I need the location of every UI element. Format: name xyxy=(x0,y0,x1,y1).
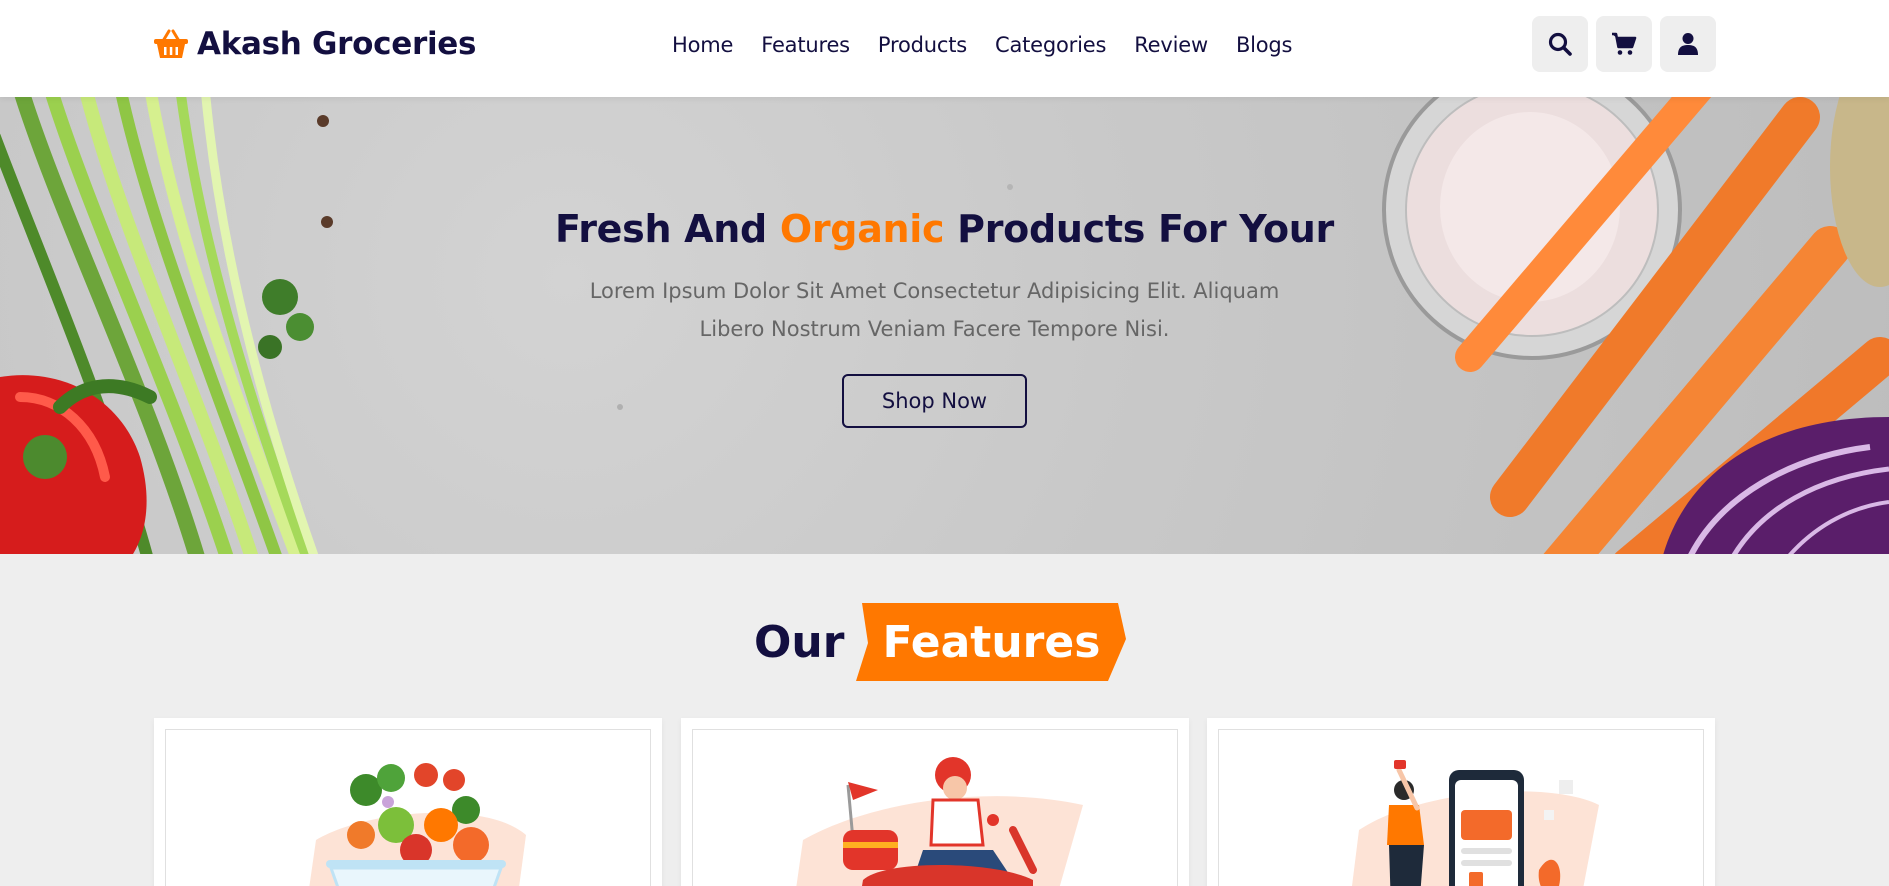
feature-card-inner xyxy=(692,729,1178,886)
feature-card-inner xyxy=(165,729,651,886)
user-icon xyxy=(1678,33,1698,55)
nav-link-products[interactable]: Products xyxy=(878,33,967,57)
feature-card-inner xyxy=(1218,729,1704,886)
hero-description: Lorem Ipsum Dolor Sit Amet Consectetur A… xyxy=(589,279,1280,341)
features-heading: Our Features xyxy=(754,603,1127,681)
nav-link-blogs[interactable]: Blogs xyxy=(1236,33,1293,57)
user-button[interactable] xyxy=(1660,16,1716,72)
mobile-payment-illustration xyxy=(1352,760,1599,886)
features-heading-ribbon: Features xyxy=(856,603,1127,681)
nav-link-categories[interactable]: Categories xyxy=(995,33,1106,57)
search-button[interactable] xyxy=(1532,16,1588,72)
feature-card-free-delivery xyxy=(681,718,1189,886)
shop-now-button[interactable]: Shop Now xyxy=(842,374,1027,428)
site-header: Akash Groceries Home Features Products C… xyxy=(0,0,1889,97)
delivery-scooter-illustration xyxy=(796,757,1083,886)
vegetable-basket-illustration xyxy=(309,763,526,886)
nav-link-review[interactable]: Review xyxy=(1134,33,1208,57)
cart-icon xyxy=(1612,32,1637,55)
main-nav: Home Features Products Categories Review… xyxy=(672,28,1293,62)
search-icon xyxy=(1548,32,1572,56)
header-icons xyxy=(1532,16,1716,72)
hero-title-start: Fresh And xyxy=(555,207,780,251)
brand-logo[interactable]: Akash Groceries xyxy=(153,24,476,64)
brand-name: Akash Groceries xyxy=(197,26,477,62)
nav-link-features[interactable]: Features xyxy=(761,33,850,57)
features-heading-plain: Our xyxy=(754,616,845,668)
hero-title: Fresh And Organic Products For Your xyxy=(0,207,1889,251)
hero-title-end: Products For Your xyxy=(944,207,1334,251)
feature-card-fresh-organic xyxy=(154,718,662,886)
feature-card-easy-payment xyxy=(1207,718,1715,886)
cart-button[interactable] xyxy=(1596,16,1652,72)
nav-link-home[interactable]: Home xyxy=(672,33,733,57)
hero-title-accent: Organic xyxy=(779,207,945,251)
basket-icon xyxy=(154,29,188,58)
features-heading-accent: Features xyxy=(882,616,1101,668)
hero-banner: Fresh And Organic Products For Your Lore… xyxy=(0,97,1889,554)
